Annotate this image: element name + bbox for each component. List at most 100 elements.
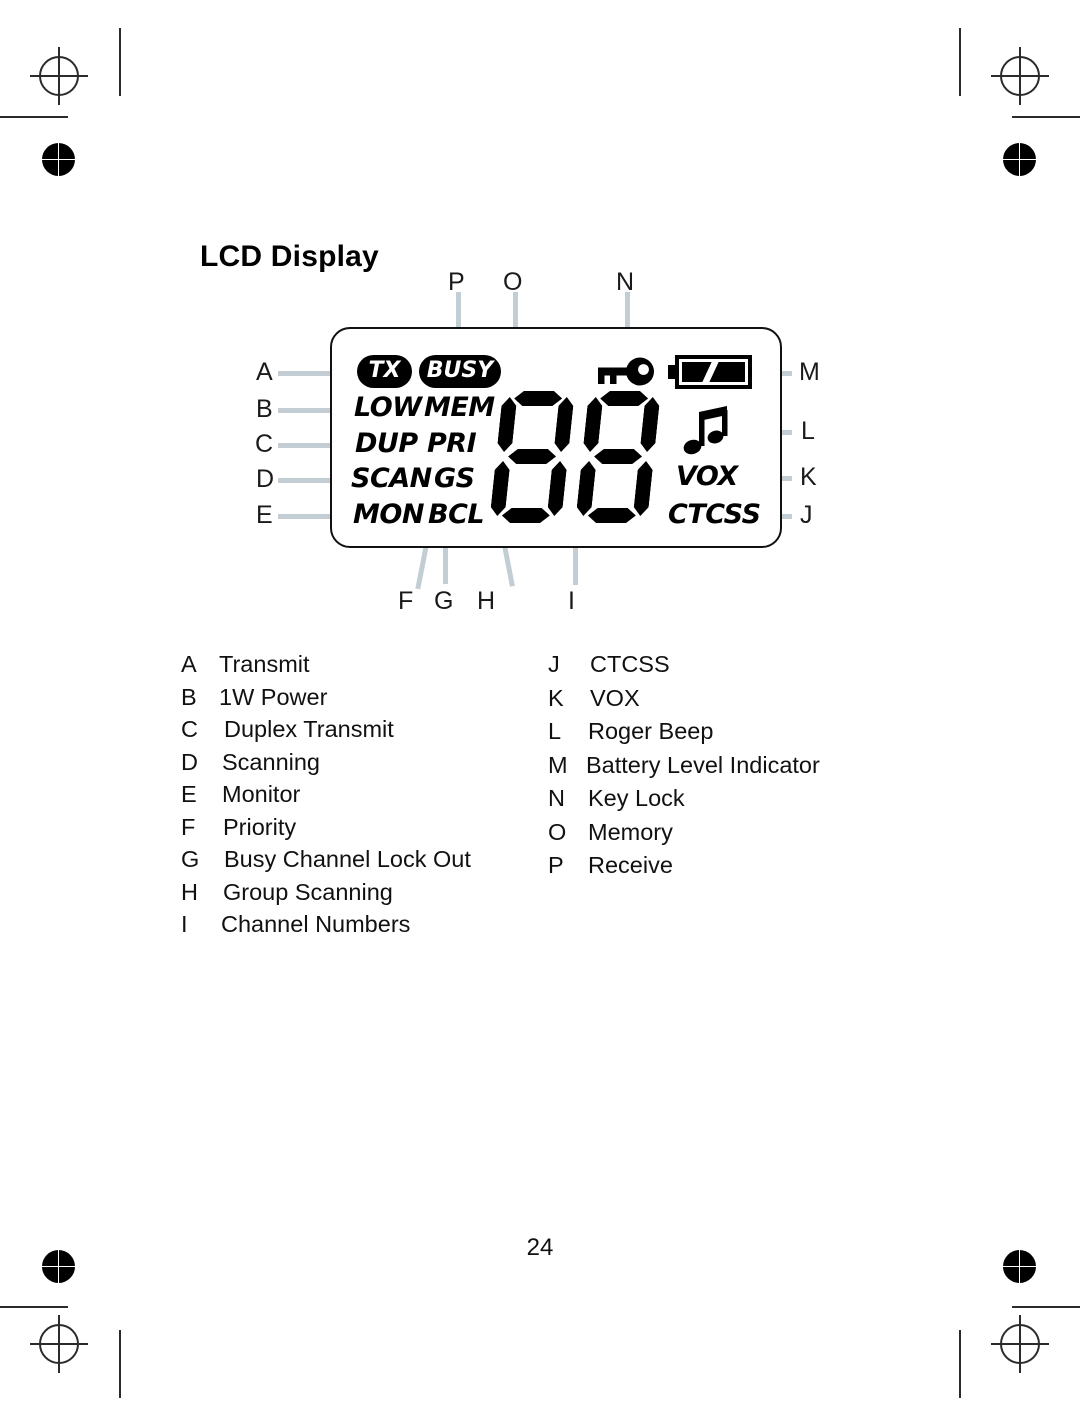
callout-a: A — [256, 358, 273, 386]
registration-target-bottom-right — [991, 1315, 1049, 1373]
callout-d: D — [256, 465, 275, 493]
callout-n: N — [616, 268, 635, 296]
legend-item-key: N — [548, 785, 565, 811]
legend-item-label: Memory — [588, 818, 673, 845]
legend-item-label: 1W Power — [219, 683, 328, 710]
callout-b: B — [256, 395, 273, 423]
legend-item: H Group Scanning — [181, 879, 541, 912]
legend-item-label: Busy Channel Lock Out — [224, 846, 471, 872]
key-icon — [594, 355, 656, 394]
legend-item-label: Channel Numbers — [221, 911, 411, 937]
legend-item-key: C — [181, 716, 198, 742]
registration-target-bottom-left — [30, 1315, 88, 1373]
legend-item: D Scanning — [181, 749, 541, 782]
callout-h: H — [477, 587, 496, 615]
callout-g: G — [434, 587, 454, 615]
music-note-icon — [681, 406, 737, 465]
legend-item-label: Battery Level Indicator — [586, 751, 820, 778]
legend-item: B 1W Power — [181, 684, 541, 717]
legend-item: C Duplex Transmit — [181, 716, 541, 749]
callout-f: F — [398, 587, 414, 615]
crop-mark-top-right-horizontal — [1012, 116, 1080, 118]
legend-item: J CTCSS — [548, 651, 948, 685]
segment-e — [576, 461, 597, 516]
segment-g — [593, 449, 643, 464]
page-number: 24 — [526, 1234, 554, 1261]
callout-o: O — [503, 268, 523, 296]
legend-item-key: J — [548, 651, 560, 677]
legend-item-key: I — [181, 911, 188, 937]
segment-d — [501, 508, 551, 523]
crop-mark-bottom-left-horizontal — [0, 1306, 68, 1308]
legend-item: N Key Lock — [548, 785, 948, 819]
legend-item: E Monitor — [181, 781, 541, 814]
segment-e — [490, 461, 511, 516]
legend-item-key: M — [548, 751, 568, 778]
lcd-indicator-tx: TX — [357, 355, 412, 388]
segment-c — [633, 461, 654, 516]
legend-item-label: Duplex Transmit — [224, 716, 394, 742]
legend-item-key: E — [181, 781, 197, 807]
legend-item-label: Scanning — [222, 748, 320, 775]
segment-f — [497, 397, 518, 452]
registration-target-top-left — [30, 47, 88, 105]
crop-mark-top-right-vertical — [959, 28, 961, 96]
legend-item-label: Roger Beep — [588, 718, 714, 744]
lcd-indicator-ctcss: CTCSS — [668, 499, 761, 530]
legend-item: A Transmit — [181, 651, 541, 684]
legend-item-label: Receive — [588, 852, 673, 878]
lcd-indicator-vox: VOX — [676, 461, 738, 492]
segment-a — [513, 391, 563, 406]
legend-item-key: D — [181, 748, 198, 775]
segment-b — [554, 397, 575, 452]
legend-item: L Roger Beep — [548, 718, 948, 752]
callout-k: K — [800, 463, 817, 491]
callout-m: M — [799, 358, 820, 386]
callout-i: I — [568, 587, 575, 615]
crop-mark-top-left-vertical — [119, 28, 121, 96]
segment-f — [583, 397, 604, 452]
legend-item-label: Monitor — [222, 781, 301, 807]
battery-icon — [668, 354, 753, 395]
registration-target-top-right — [991, 47, 1049, 105]
legend-item: P Receive — [548, 852, 948, 886]
legend-item-key: G — [181, 846, 200, 872]
crop-mark-bottom-left-vertical — [119, 1330, 121, 1398]
lcd-indicator-mon: MON — [353, 499, 424, 530]
callout-l: L — [801, 417, 815, 445]
callout-c: C — [255, 430, 274, 458]
page-title: LCD Display — [200, 240, 379, 273]
callout-e: E — [256, 501, 273, 529]
legend-item-key: P — [548, 852, 564, 878]
crop-mark-bottom-right-horizontal — [1012, 1306, 1080, 1308]
segment-c — [547, 461, 568, 516]
lcd-indicator-low: LOW — [354, 392, 422, 423]
legend-item: I Channel Numbers — [181, 911, 541, 944]
legend-item-label: Key Lock — [588, 785, 685, 811]
legend-item: M Battery Level Indicator — [548, 752, 948, 786]
legend-left-column: A Transmit B 1W Power C Duplex Transmit D Scann… — [181, 651, 541, 944]
legend-item-key: B — [181, 683, 197, 710]
legend-item-key: K — [548, 684, 564, 711]
legend-item-key: L — [548, 718, 562, 744]
legend-item-key: H — [181, 878, 198, 905]
lcd-indicator-busy: BUSY — [419, 355, 501, 388]
legend-item-key: A — [181, 651, 197, 677]
registration-dot-top-left — [38, 139, 79, 180]
legend-item-label: Transmit — [219, 651, 310, 677]
lcd-indicator-mem: MEM — [424, 392, 495, 423]
lcd-digit-tens — [487, 391, 577, 523]
lcd-indicator-scan: SCAN — [351, 463, 432, 494]
segment-b — [640, 397, 661, 452]
lcd-indicator-pri: PRI — [427, 428, 477, 459]
lcd-digit-ones — [573, 391, 663, 523]
legend-item: F Priority — [181, 814, 541, 847]
lcd-indicator-gs: GS — [434, 463, 475, 494]
callout-j: J — [800, 501, 813, 529]
lcd-indicator-bcl: BCL — [428, 499, 485, 530]
callout-p: P — [448, 268, 465, 296]
legend-item-label: CTCSS — [590, 651, 670, 677]
segment-d — [587, 508, 637, 523]
crop-mark-top-left-horizontal — [0, 116, 68, 118]
registration-dot-top-right — [999, 139, 1040, 180]
